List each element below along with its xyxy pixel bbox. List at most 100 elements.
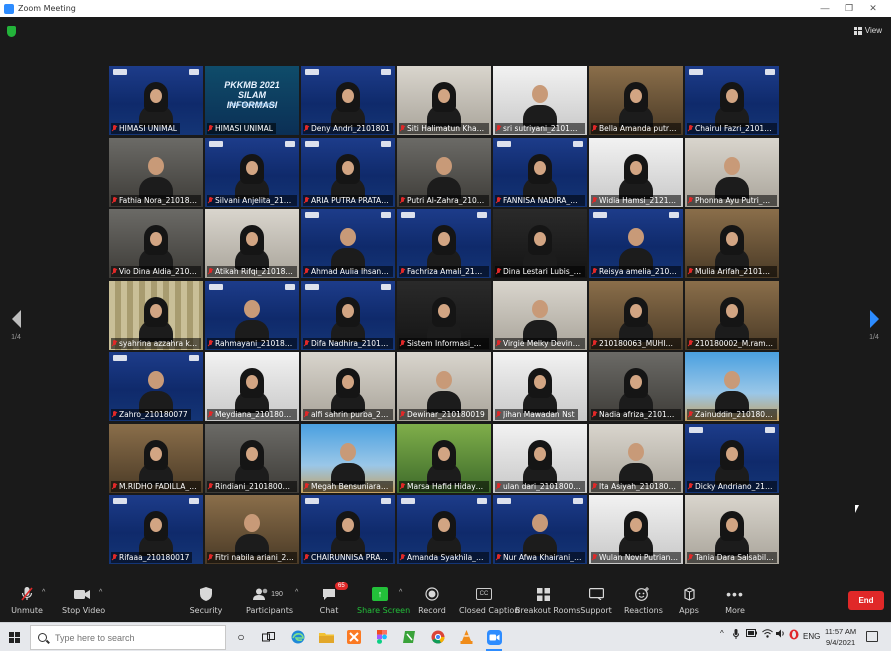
participant-tile[interactable]: Difa Nadhira_2101801... [301, 280, 395, 350]
participant-tile[interactable]: Dina Lestari Lubis_21... [493, 209, 587, 278]
participant-tile[interactable]: Tania Dara Salsabila_2... [685, 495, 779, 564]
stop-video-button[interactable]: Stop Video [62, 584, 105, 615]
microphone-tray-icon[interactable] [733, 629, 739, 641]
show-hidden-icons-icon[interactable]: ^ [720, 629, 724, 638]
notepad-plus-plus-icon[interactable] [402, 629, 418, 645]
participant-tile[interactable]: Zainuddin_210180093 [685, 352, 779, 421]
share-screen-button[interactable]: ↑ Share Screen [357, 584, 410, 615]
participant-tile[interactable]: Mulia Arifah_2101800... [685, 209, 779, 278]
minimize-button[interactable]: — [813, 0, 837, 17]
participant-tile[interactable]: Deny Andri_2101801 [301, 66, 395, 135]
taskbar-clock[interactable]: 11:57 AM 9/4/2021 [825, 626, 856, 648]
participant-silhouette [619, 82, 653, 127]
next-page-button[interactable]: 1/4 [866, 310, 882, 341]
participant-tile[interactable]: Putri Al-Zahra_210180... [397, 137, 491, 207]
reactions-button[interactable]: Reactions [624, 584, 663, 615]
participant-tile[interactable]: Nur Afwa Khairani_21... [493, 495, 587, 564]
support-button[interactable]: Support [580, 584, 612, 615]
participant-tile[interactable]: Phonna Ayu Putri_210... [685, 137, 779, 207]
volume-icon[interactable] [776, 629, 786, 640]
record-button[interactable]: Record [418, 584, 446, 615]
maximize-button[interactable]: ❐ [837, 0, 861, 17]
participant-tile[interactable]: Zahro_210180077 [109, 352, 203, 421]
participant-tile[interactable]: Rifaaa_210180017 [109, 495, 203, 564]
breakout-rooms-button[interactable]: Breakout Rooms [515, 584, 580, 615]
participant-tile[interactable]: Sistem Informasi_210... [397, 280, 491, 350]
participant-tile[interactable]: Fathia Nora_2101800'4 [109, 137, 203, 207]
participant-tile[interactable]: Ita Asiyah_210180042 [589, 423, 683, 493]
apps-button[interactable]: Apps [676, 584, 702, 615]
opera-icon[interactable] [789, 629, 799, 642]
end-meeting-button[interactable]: End [848, 591, 884, 610]
participants-caret-icon[interactable]: ^ [295, 589, 298, 596]
figma-icon[interactable] [374, 629, 390, 645]
close-button[interactable]: ✕ [861, 0, 885, 17]
virtual-background-logo [497, 140, 511, 147]
participant-tile[interactable]: 210180063_MUHIBUD... [589, 280, 683, 350]
participant-tile[interactable]: Fitri nabila ariani_2101... [205, 495, 299, 564]
participant-tile[interactable]: Chairul Fazri_2101801... [685, 66, 779, 135]
unmute-button[interactable]: Unmute [10, 584, 44, 615]
zoom-taskbar-icon[interactable] [486, 629, 502, 645]
participant-tile[interactable]: Bella Amanda putri_21... [589, 66, 683, 135]
virtual-background-logo [113, 355, 127, 361]
participant-tile[interactable]: Reisya amelia_21018... [589, 209, 683, 278]
language-indicator[interactable]: ENG [803, 632, 820, 641]
edge-browser-icon[interactable] [290, 629, 306, 645]
video-options-caret-icon[interactable]: ^ [99, 589, 102, 596]
participant-tile[interactable]: HIMASI UNIMAL [109, 66, 203, 135]
participant-tile[interactable]: Atikah Rifqi_210180163 [205, 209, 299, 278]
participant-tile[interactable]: Amanda Syakhila_210... [397, 495, 491, 564]
participant-tile[interactable]: Jihan Mawadan Nst [493, 352, 587, 421]
participant-tile[interactable]: Megah Bensuniara_21... [301, 423, 395, 493]
participant-tile[interactable]: Dewinar_210180019 [397, 352, 491, 421]
audio-options-caret-icon[interactable]: ^ [42, 589, 45, 596]
participant-tile[interactable]: alfi sahrin purba_2101... [301, 352, 395, 421]
battery-icon[interactable] [746, 629, 757, 639]
participant-name: Amanda Syakhila_210... [407, 553, 486, 562]
participant-tile[interactable]: ulan dari_210180083 [493, 423, 587, 493]
participant-tile[interactable]: Rindiani_210180090_s... [205, 423, 299, 493]
vlc-icon[interactable] [458, 629, 474, 645]
participant-tile[interactable]: Silvani Anjelita_21018... [205, 137, 299, 207]
participant-tile[interactable]: 210180002_M.ramadh... [685, 280, 779, 350]
taskbar-search-box[interactable] [30, 625, 226, 650]
notification-center-icon[interactable] [866, 631, 878, 642]
participant-tile[interactable]: Meydiana_210180033 [205, 352, 299, 421]
participant-tile[interactable]: Wulan Novi Putrianti_... [589, 495, 683, 564]
participant-tile[interactable]: Marsa Hafid Hidayat_2... [397, 423, 491, 493]
participant-tile[interactable]: Nadia afriza_2101800... [589, 352, 683, 421]
xampp-icon[interactable] [346, 629, 362, 645]
more-button[interactable]: ••• More [722, 584, 748, 615]
view-button[interactable]: View [853, 26, 882, 35]
taskbar-search-input[interactable] [55, 632, 215, 643]
wifi-icon[interactable] [762, 629, 773, 640]
security-button[interactable]: Security [189, 584, 223, 615]
participant-tile[interactable]: syahrina azzahra kusti... [109, 280, 203, 350]
participant-tile[interactable]: PKKMB 2021 SILAM INFORMASI Cara Tanam Ber… [205, 66, 299, 135]
participant-tile[interactable]: Vio Dina Aldia_210180... [109, 209, 203, 278]
chat-button[interactable]: 65 Chat [315, 582, 348, 615]
participant-tile[interactable]: ARIA PUTRA PRATAMA_... [301, 137, 395, 207]
participant-tile[interactable]: Virgie Melky Devinta_... [493, 280, 587, 350]
participant-tile[interactable]: Ahmad Aulia Ihsan 21... [301, 209, 395, 278]
participant-tile[interactable]: Fachriza Amali_21018... [397, 209, 491, 278]
participant-tile[interactable]: CHAIRUNNISA PRASA... [301, 495, 395, 564]
closed-caption-button[interactable]: CC Closed Caption [459, 584, 519, 615]
file-explorer-icon[interactable] [318, 629, 334, 645]
share-options-caret-icon[interactable]: ^ [399, 589, 402, 596]
task-view-icon[interactable] [260, 629, 276, 645]
participant-tile[interactable]: FANNISA NADIRA_2101... [493, 137, 587, 207]
chrome-icon[interactable] [430, 629, 446, 645]
participant-tile[interactable]: sri sutriyani_2101801... [493, 66, 587, 135]
participant-tile[interactable]: Rahmayani_210180054 [205, 280, 299, 350]
windows-start-icon[interactable] [9, 632, 20, 643]
cortana-icon[interactable]: ○ [233, 629, 249, 645]
participant-tile[interactable]: Siti Halimatun Khadija... [397, 66, 491, 135]
participant-tile[interactable]: Dicky Andriano_21018... [685, 423, 779, 493]
participants-button[interactable]: 190 Participants [246, 584, 293, 615]
participant-tile[interactable]: M.RIDHO FADILLA_21... [109, 423, 203, 493]
participant-tile[interactable]: Widia Hamsi_2121801... [589, 137, 683, 207]
encryption-shield-icon[interactable] [7, 26, 16, 37]
previous-page-button[interactable]: 1/4 [8, 310, 24, 341]
